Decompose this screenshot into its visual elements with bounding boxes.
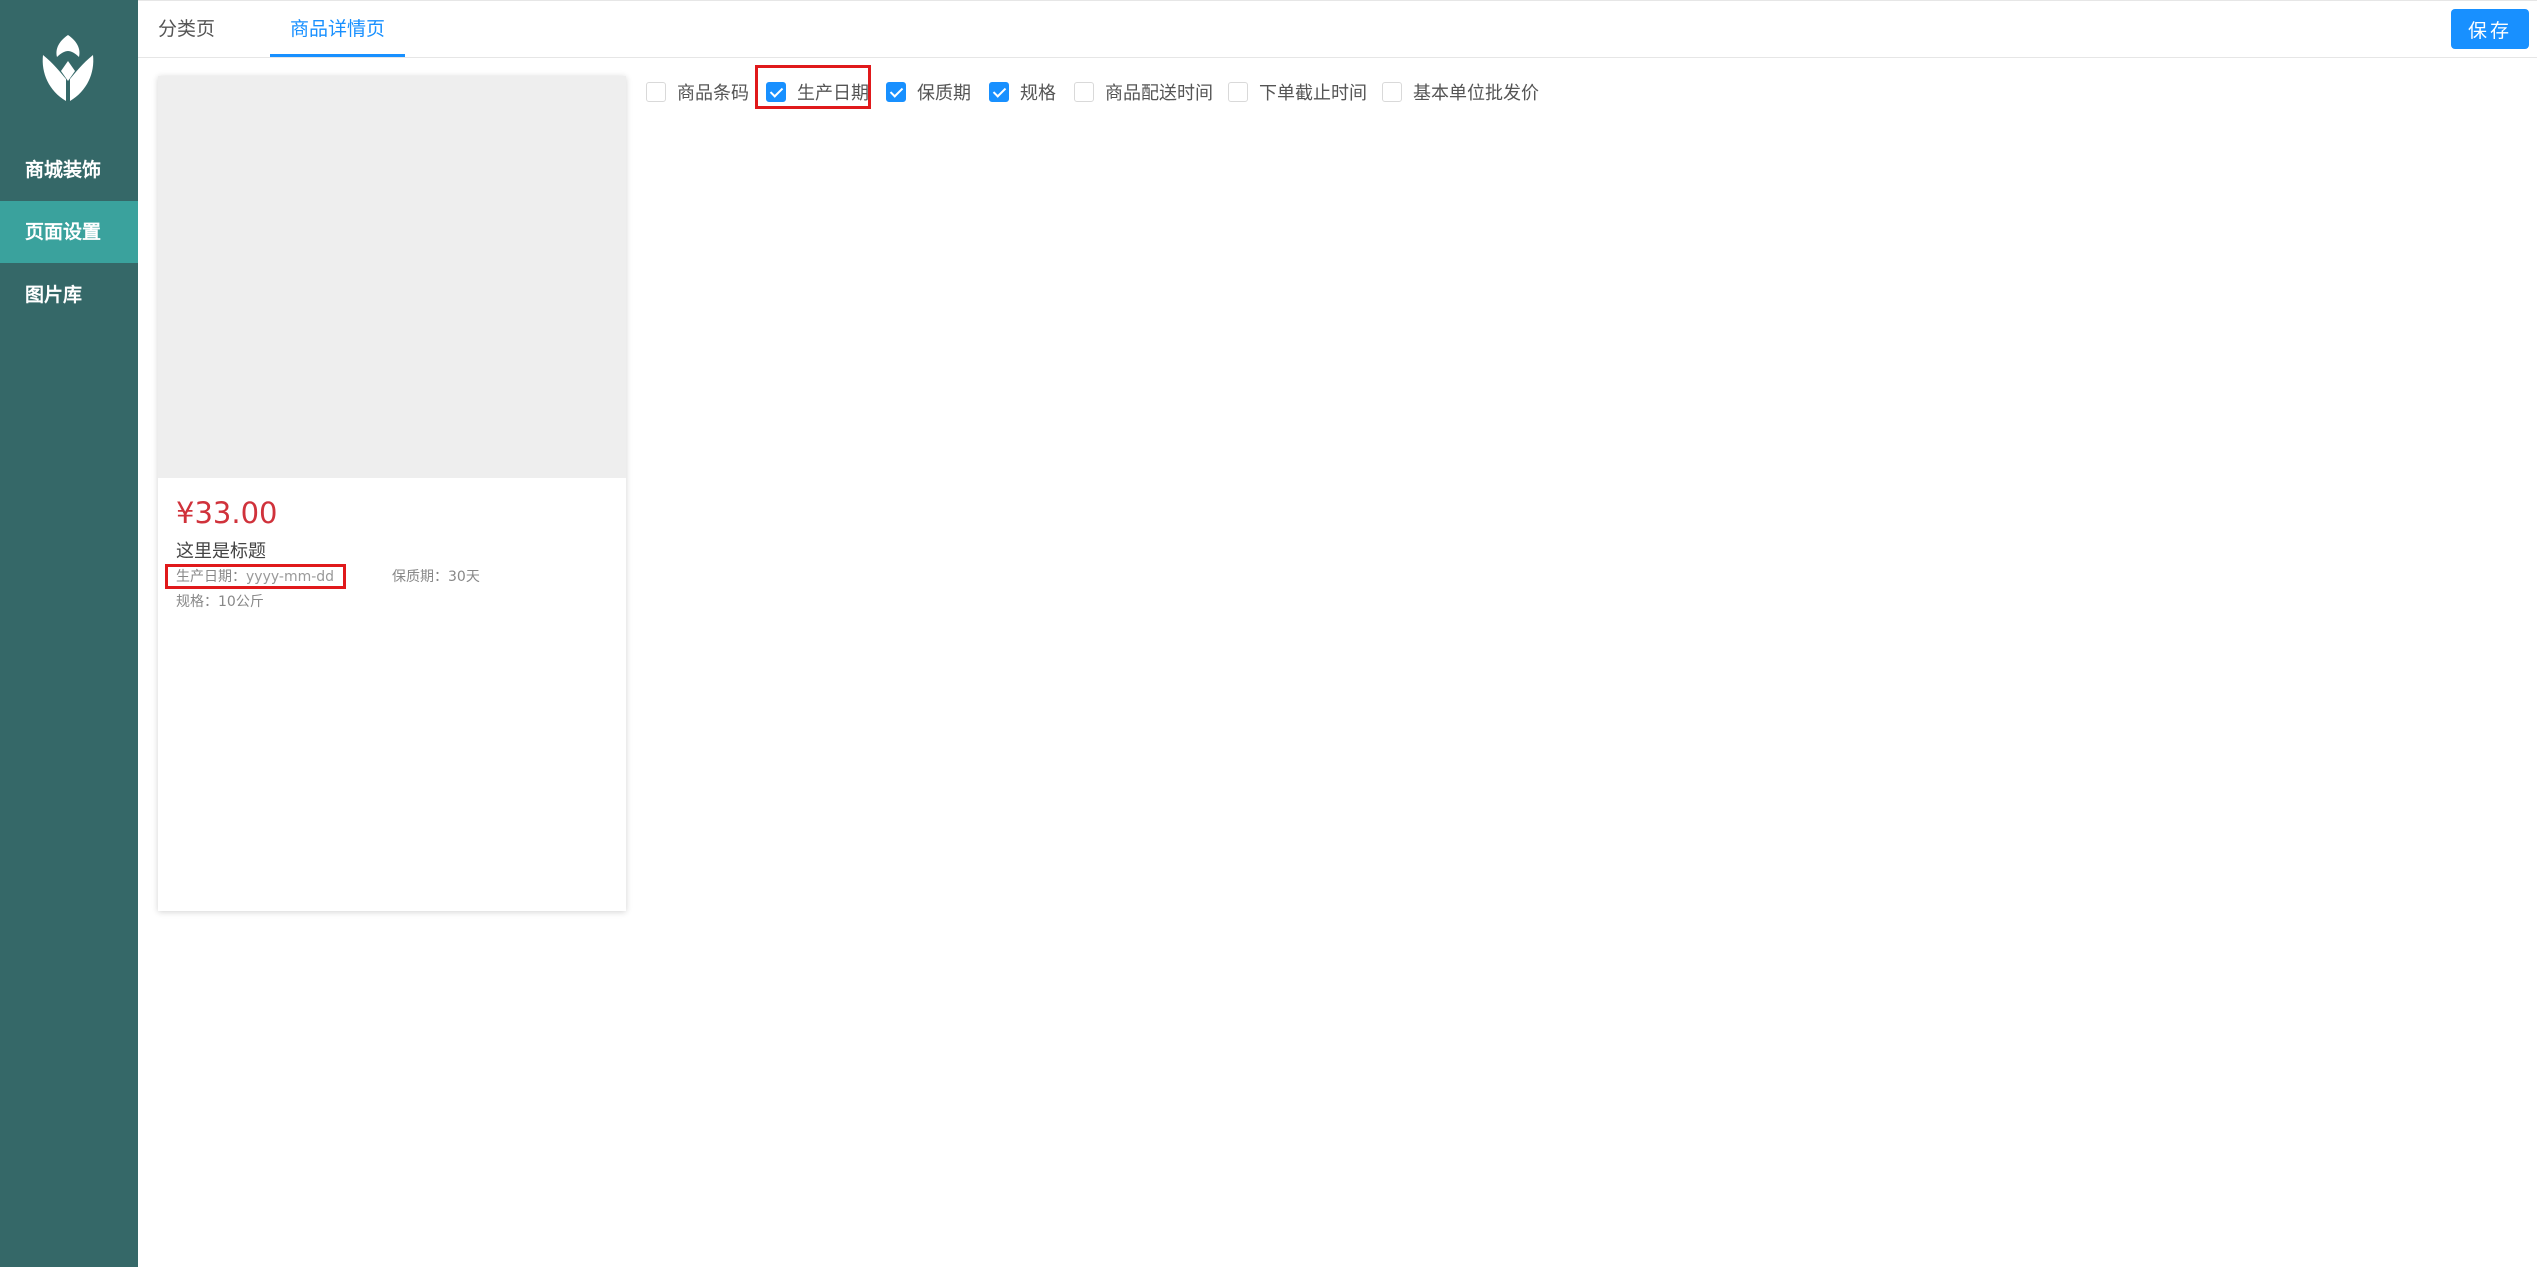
product-price: ¥33.00 — [176, 496, 278, 530]
barcode-checkbox[interactable] — [646, 82, 666, 102]
option-barcode[interactable]: 商品条码 — [646, 78, 749, 106]
shelf-life-checkbox[interactable] — [886, 82, 906, 102]
option-label: 保质期 — [917, 83, 971, 104]
option-label: 商品条码 — [677, 83, 749, 104]
spec-attr: 规格：10公斤 — [176, 594, 264, 610]
option-wholesale-price[interactable]: 基本单位批发价 — [1382, 78, 1539, 106]
shelf-life-attr: 保质期：30天 — [392, 569, 480, 585]
option-label: 基本单位批发价 — [1413, 83, 1539, 104]
delivery-time-checkbox[interactable] — [1074, 82, 1094, 102]
save-button[interactable]: 保存 — [2451, 9, 2529, 49]
app-root: 商城装饰 页面设置 图片库 分类页 商品详情页 保存 ¥33.00 这里是标题 … — [0, 0, 2537, 1267]
tab-product-detail-page[interactable]: 商品详情页 — [270, 1, 406, 57]
order-deadline-checkbox[interactable] — [1228, 82, 1248, 102]
production-date-option-highlight — [755, 65, 871, 109]
option-shelf-life[interactable]: 保质期 — [886, 78, 971, 106]
sidebar-item-image-library[interactable]: 图片库 — [0, 264, 138, 326]
product-preview-card: ¥33.00 这里是标题 生产日期：yyyy-mm-dd 保质期：30天 规格：… — [158, 76, 626, 911]
option-order-deadline[interactable]: 下单截止时间 — [1228, 78, 1367, 106]
product-image-placeholder — [158, 76, 626, 478]
option-delivery-time[interactable]: 商品配送时间 — [1074, 78, 1213, 106]
sidebar-item-page-settings[interactable]: 页面设置 — [0, 201, 138, 263]
sidebar-item-mall-decoration[interactable]: 商城装饰 — [0, 139, 138, 201]
wholesale-price-checkbox[interactable] — [1382, 82, 1402, 102]
production-date-highlight — [165, 564, 346, 589]
option-label: 规格 — [1020, 83, 1056, 104]
spec-checkbox[interactable] — [989, 82, 1009, 102]
option-spec[interactable]: 规格 — [989, 78, 1056, 106]
leaf-logo-icon — [37, 33, 99, 105]
sidebar: 商城装饰 页面设置 图片库 — [0, 0, 138, 1267]
tab-category-page[interactable]: 分类页 — [138, 1, 235, 57]
option-label: 下单截止时间 — [1259, 83, 1367, 104]
option-label: 商品配送时间 — [1105, 83, 1213, 104]
top-tab-bar: 分类页 商品详情页 保存 — [138, 0, 2537, 58]
product-title: 这里是标题 — [176, 541, 266, 562]
